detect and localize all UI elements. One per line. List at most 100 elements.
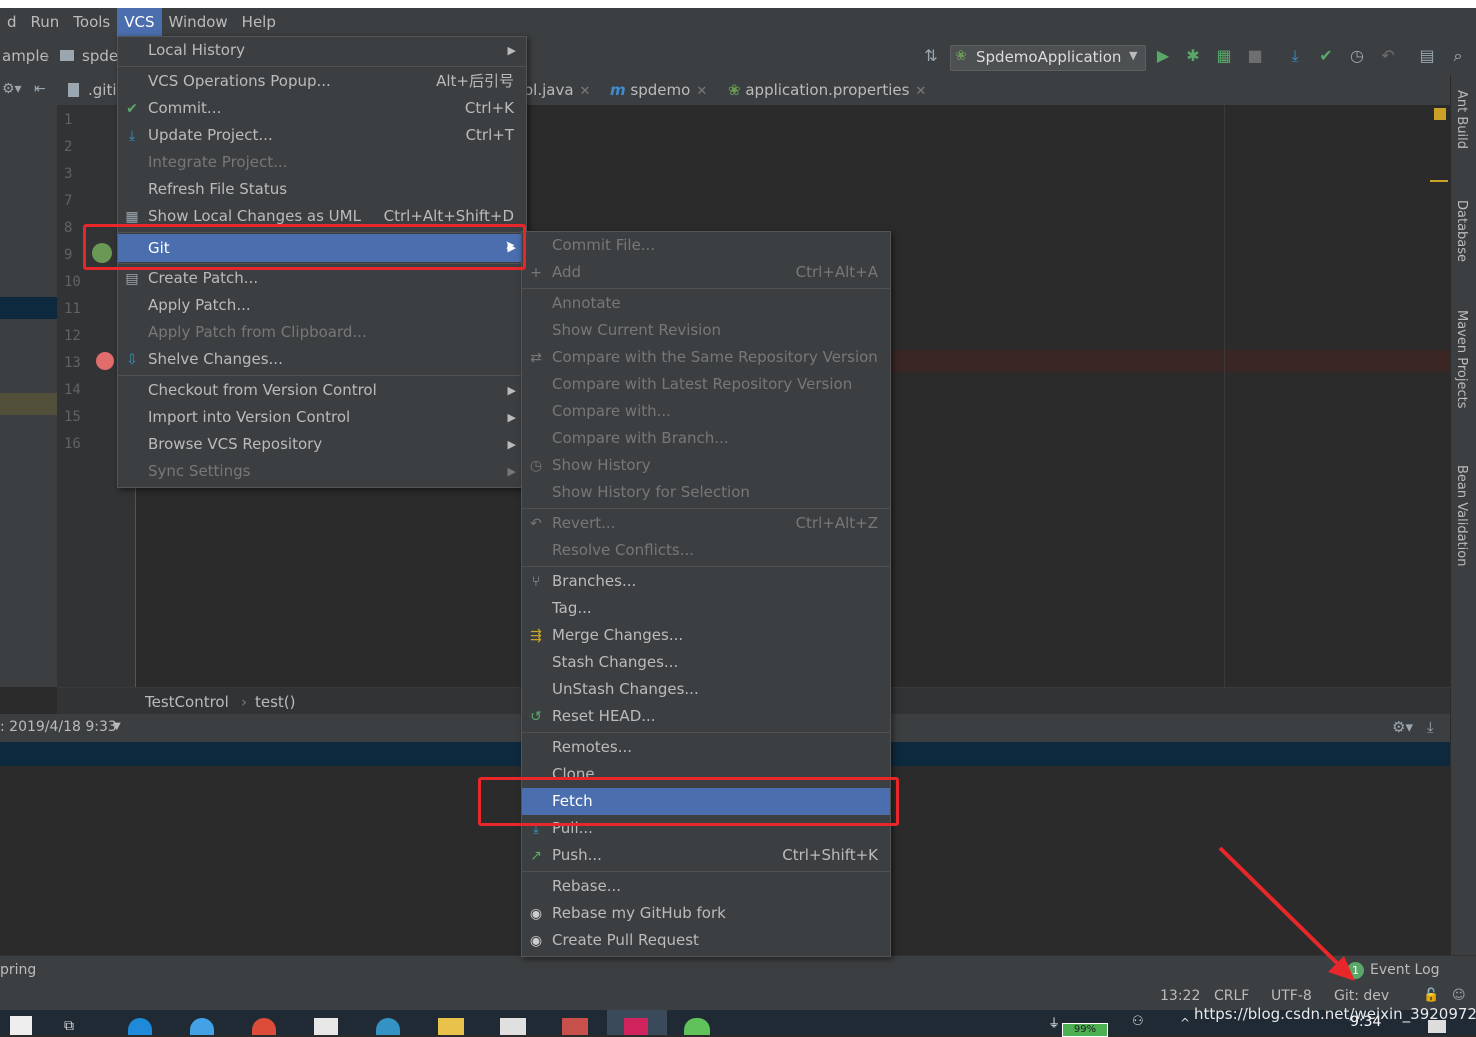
menu-item-refresh-file-status[interactable]: Refresh File Status — [118, 176, 526, 203]
tool-bean-validation[interactable]: Bean Validation — [1454, 465, 1469, 566]
git-item-compare-with[interactable]: Compare with... — [522, 398, 890, 425]
menu-item-commit[interactable]: ✔ Commit... Ctrl+K — [118, 95, 526, 122]
git-item-unstash-changes[interactable]: UnStash Changes... — [522, 676, 890, 703]
menu-item-apply-patch-clipboard[interactable]: Apply Patch from Clipboard... — [118, 319, 526, 346]
tool-maven-projects[interactable]: Maven Projects — [1454, 310, 1469, 409]
git-item-compare-same-repo[interactable]: ⇄ Compare with the Same Repository Versi… — [522, 344, 890, 371]
wechat-icon[interactable] — [684, 1018, 710, 1035]
search-icon[interactable]: ⌕ — [1447, 45, 1469, 67]
menu-item-local-history[interactable]: Local History ▶ — [118, 37, 526, 64]
menu-item-window[interactable]: Window — [162, 8, 235, 37]
chevron-down-icon[interactable]: ▼ — [113, 721, 121, 732]
file-explorer-icon[interactable] — [438, 1018, 464, 1035]
git-item-resolve-conflicts[interactable]: Resolve Conflicts... — [522, 537, 890, 564]
people-icon[interactable]: ⚇ — [1132, 1014, 1144, 1029]
vcs-commit-icon[interactable]: ✔ — [1315, 45, 1337, 67]
warning-marker[interactable] — [1434, 108, 1446, 120]
windows-start-icon[interactable] — [10, 1016, 32, 1035]
git-item-show-current-revision[interactable]: Show Current Revision — [522, 317, 890, 344]
store-icon[interactable] — [314, 1018, 338, 1035]
menu-item-sync-settings[interactable]: Sync Settings ▶ — [118, 458, 526, 485]
vcs-history-icon[interactable]: ◷ — [1346, 45, 1368, 67]
gear-icon[interactable]: ⚙▾ — [2, 81, 22, 97]
tab-spdemo[interactable]: m spdemo ✕ — [610, 75, 707, 105]
app-icon[interactable] — [562, 1018, 588, 1035]
mail-icon[interactable] — [500, 1018, 526, 1035]
git-item-rebase-github-fork[interactable]: ◉ Rebase my GitHub fork — [522, 900, 890, 927]
tool-database[interactable]: Database — [1454, 200, 1469, 262]
breakpoint-icon[interactable] — [96, 352, 114, 370]
inspector-icon[interactable]: ☺ — [1452, 988, 1466, 1003]
file-encoding[interactable]: UTF-8 — [1271, 988, 1312, 1004]
nav-crumb-project[interactable]: ample — [2, 47, 49, 65]
git-item-compare-branch[interactable]: Compare with Branch... — [522, 425, 890, 452]
git-item-push[interactable]: ↗ Push... Ctrl+Shift+K — [522, 842, 890, 869]
menu-item-browse-vcs-repo[interactable]: Browse VCS Repository ▶ — [118, 431, 526, 458]
close-icon[interactable]: ✕ — [696, 84, 707, 99]
git-item-merge-changes[interactable]: ⇶ Merge Changes... — [522, 622, 890, 649]
lock-icon[interactable]: 🔓 — [1423, 988, 1439, 1003]
git-item-add[interactable]: + Add Ctrl+Alt+A — [522, 259, 890, 286]
menu-item-tools[interactable]: Tools — [66, 8, 117, 37]
app-icon[interactable] — [376, 1018, 400, 1035]
git-item-create-pull-request[interactable]: ◉ Create Pull Request — [522, 927, 890, 954]
vcs-update-icon[interactable]: ⤓ — [1284, 45, 1306, 67]
debug-icon[interactable]: ✱ — [1182, 45, 1204, 67]
git-item-compare-latest[interactable]: Compare with Latest Repository Version — [522, 371, 890, 398]
menu-item-import-into-vc[interactable]: Import into Version Control ▶ — [118, 404, 526, 431]
git-item-stash-changes[interactable]: Stash Changes... — [522, 649, 890, 676]
tab-control-java[interactable]: ol.java ✕ — [524, 75, 590, 105]
hide-panel-icon[interactable]: ⤓ — [1427, 718, 1434, 736]
nav-crumb-module[interactable]: spde — [82, 47, 118, 65]
git-item-branches[interactable]: ⑂ Branches... — [522, 568, 890, 595]
run-icon[interactable]: ▶ — [1152, 45, 1174, 67]
git-item-reset-head[interactable]: ↺ Reset HEAD... — [522, 703, 890, 730]
build-icon[interactable]: ⇅ — [920, 45, 942, 67]
tab-application-properties[interactable]: ❀ application.properties ✕ — [728, 75, 926, 105]
git-item-remotes[interactable]: Remotes... — [522, 734, 890, 761]
project-tree-selection[interactable] — [0, 297, 57, 319]
collapse-icon[interactable]: ⇤ — [34, 81, 46, 97]
tool-ant-build[interactable]: Ant Build — [1454, 90, 1469, 149]
ie-icon[interactable] — [190, 1018, 214, 1035]
tab-gitignore[interactable]: .giti — [88, 75, 117, 105]
revert-icon[interactable]: ↶ — [1377, 45, 1399, 67]
event-log-button[interactable]: Event Log — [1370, 962, 1440, 978]
git-item-show-history[interactable]: ◷ Show History — [522, 452, 890, 479]
git-item-rebase[interactable]: Rebase... — [522, 873, 890, 900]
bottom-panel-title[interactable]: : 2019/4/18 9:33 — [0, 719, 117, 735]
menu-item-update-project[interactable]: ⤓ Update Project... Ctrl+T — [118, 122, 526, 149]
line-separator[interactable]: CRLF — [1214, 988, 1249, 1004]
breadcrumb-class[interactable]: TestControl — [145, 693, 229, 711]
menu-item-shelve-changes[interactable]: ⇩ Shelve Changes... — [118, 346, 526, 373]
stop-icon[interactable]: ■ — [1244, 45, 1266, 67]
menu-item-vcs[interactable]: VCS — [117, 8, 162, 37]
coverage-icon[interactable]: ▦ — [1213, 45, 1235, 67]
project-tree-highlight[interactable] — [0, 393, 57, 415]
git-branch-widget[interactable]: Git: dev — [1334, 988, 1389, 1004]
menu-item-help[interactable]: Help — [235, 8, 283, 37]
menu-item-build[interactable]: d — [0, 8, 24, 37]
menu-item-checkout-from-vc[interactable]: Checkout from Version Control ▶ — [118, 377, 526, 404]
tool-tab-spring[interactable]: pring — [0, 962, 36, 978]
project-structure-icon[interactable]: ▤ — [1416, 45, 1438, 67]
gear-icon[interactable]: ⚙▾ — [1392, 718, 1413, 736]
run-config-selector[interactable]: ❀ SpdemoApplication ▼ — [950, 45, 1146, 71]
git-item-show-history-selection[interactable]: Show History for Selection — [522, 479, 890, 506]
intellij-taskbar-item[interactable] — [607, 1010, 667, 1035]
caret-position[interactable]: 13:22 — [1160, 988, 1200, 1004]
menu-item-apply-patch[interactable]: Apply Patch... — [118, 292, 526, 319]
menu-item-integrate-project[interactable]: Integrate Project... — [118, 149, 526, 176]
task-view-icon[interactable]: ⧉ — [64, 1018, 74, 1034]
breadcrumb-method[interactable]: test() — [255, 693, 296, 711]
error-stripe-mark[interactable] — [1430, 180, 1448, 182]
close-icon[interactable]: ✕ — [580, 84, 591, 99]
edge-icon[interactable] — [128, 1018, 152, 1035]
git-item-tag[interactable]: Tag... — [522, 595, 890, 622]
git-item-commit-file[interactable]: Commit File... — [522, 232, 890, 259]
chrome-icon[interactable] — [252, 1018, 276, 1035]
git-item-annotate[interactable]: Annotate — [522, 290, 890, 317]
git-item-revert[interactable]: ↶ Revert... Ctrl+Alt+Z — [522, 510, 890, 537]
chevron-up-icon[interactable]: ^ — [1180, 1016, 1190, 1030]
menu-item-vcs-operations-popup[interactable]: VCS Operations Popup... Alt+后引号 — [118, 68, 526, 95]
